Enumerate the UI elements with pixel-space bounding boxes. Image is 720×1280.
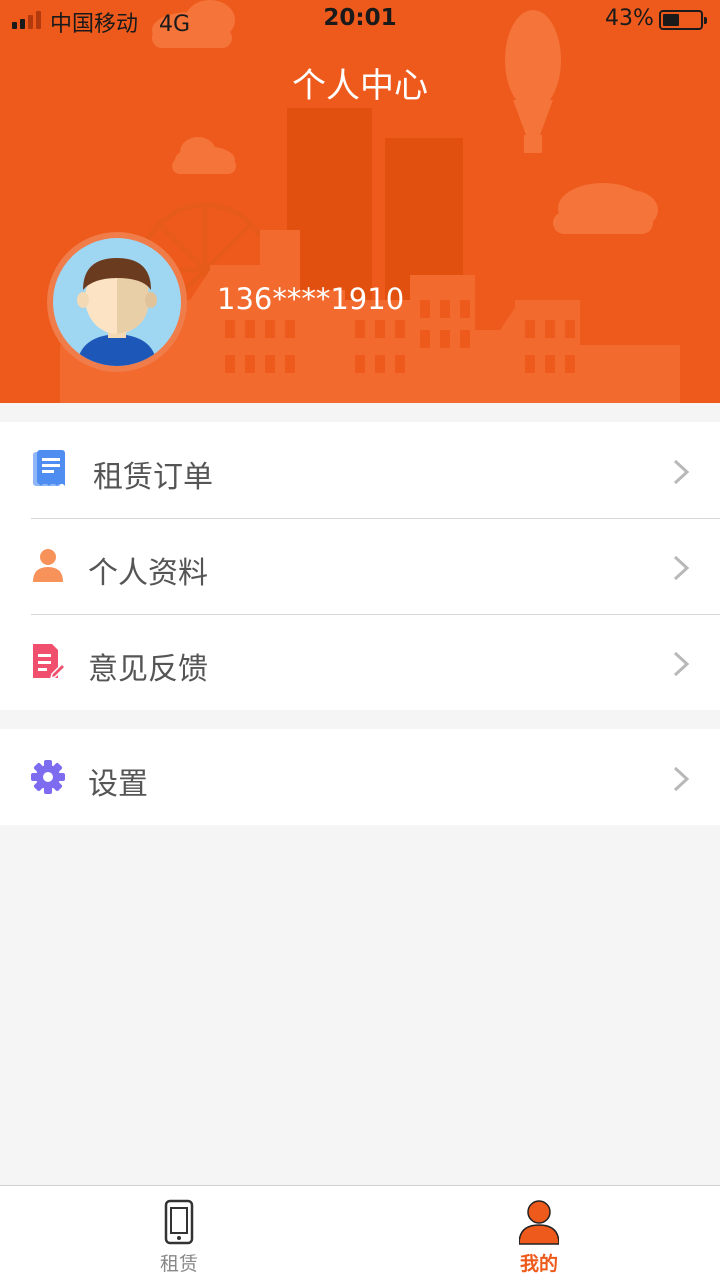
status-bar: 中国移动 4G 20:01 43% [0,0,720,40]
gear-icon [31,760,65,794]
menu-item-settings[interactable]: 设置 [0,729,720,825]
menu-group-settings: 设置 [0,729,720,825]
tab-label: 我的 [519,1253,558,1275]
person-icon [519,1200,559,1245]
page-title: 个人中心 [292,66,428,106]
receipt-icon [33,450,65,486]
menu-item-label: 租赁订单 [93,460,213,495]
menu-item-rental-orders[interactable]: 租赁订单 [0,422,720,518]
user-avatar-icon [77,258,157,366]
avatar[interactable] [47,232,187,372]
menu-item-profile[interactable]: 个人资料 [0,518,720,614]
menu-group-main: 租赁订单 个人资料 意见反馈 [0,422,720,710]
menu-item-label: 设置 [88,767,148,802]
person-icon [33,549,63,582]
bottom-tab-bar: 租赁 我的 [0,1185,720,1280]
tab-mine[interactable]: 我的 [479,1186,599,1280]
chevron-right-icon [673,459,690,485]
battery-percent: 43% [605,6,654,31]
chevron-right-icon [673,766,690,792]
tab-rental[interactable]: 租赁 [119,1186,239,1280]
menu-item-label: 个人资料 [88,556,208,591]
chevron-right-icon [673,651,690,677]
chevron-right-icon [673,555,690,581]
phone-icon [164,1199,194,1245]
menu-item-feedback[interactable]: 意见反馈 [0,614,720,710]
tab-label: 租赁 [159,1253,198,1275]
phone-number: 136****1910 [217,282,405,316]
battery-icon [659,10,707,30]
profile-header: 中国移动 4G 20:01 43% 个人中心 136****1910 [0,0,720,403]
feedback-edit-icon [33,644,67,680]
menu-item-label: 意见反馈 [88,652,208,687]
